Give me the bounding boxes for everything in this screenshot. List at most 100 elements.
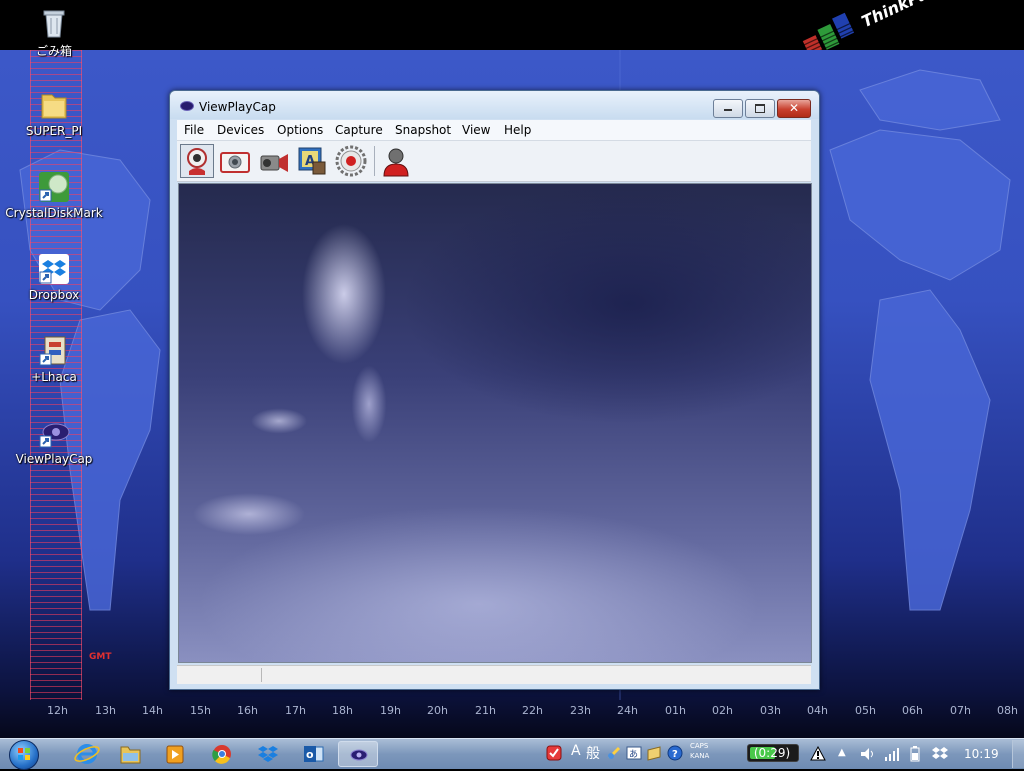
taskbar-media-player[interactable] <box>155 741 195 767</box>
svg-text:あ: あ <box>629 749 638 760</box>
hour-label: 19h <box>380 704 401 717</box>
dropbox-icon <box>258 746 278 762</box>
svg-text:?: ? <box>672 749 678 760</box>
dropbox-icon[interactable] <box>931 745 949 763</box>
taskbar-windows-explorer[interactable] <box>110 741 150 767</box>
maximize-button[interactable] <box>745 99 775 118</box>
chrome-icon <box>212 745 231 764</box>
hour-label: 18h <box>332 704 353 717</box>
desktop-icon-label: ごみ箱 <box>35 44 72 58</box>
taskbar-outlook[interactable]: o <box>293 741 333 767</box>
hour-label: 04h <box>807 704 828 717</box>
hour-label: 15h <box>190 704 211 717</box>
network-signal-icon[interactable] <box>884 746 900 762</box>
menu-snapshot[interactable]: Snapshot <box>395 123 451 137</box>
ime-conversion[interactable]: 般 <box>586 743 600 763</box>
folder-icon <box>120 746 141 764</box>
gmt-label: GMT <box>89 652 112 662</box>
hour-label: 06h <box>902 704 923 717</box>
desktop-icon-dropbox[interactable]: Dropbox <box>4 252 104 302</box>
toolbar-separator <box>374 146 375 176</box>
internet-explorer-icon <box>74 744 100 764</box>
menu-capture[interactable]: Capture <box>335 123 383 137</box>
help-icon[interactable]: ? <box>667 745 683 761</box>
warning-icon[interactable] <box>810 746 826 761</box>
clock[interactable]: 10:19 <box>964 747 999 761</box>
menu-file[interactable]: File <box>184 123 204 137</box>
hour-label: 12h <box>47 704 68 717</box>
video-capture-button[interactable] <box>257 144 291 178</box>
close-icon: ✕ <box>788 101 800 115</box>
battery-icon[interactable] <box>908 745 922 763</box>
preview-webcam-button[interactable] <box>180 144 214 178</box>
desktop-icon-viewplaycap[interactable]: ViewPlayCap <box>4 416 104 466</box>
thinkpad-logo: ThinkPad <box>802 0 940 50</box>
show-desktop-button[interactable] <box>1012 740 1024 768</box>
hour-label: 16h <box>237 704 258 717</box>
desktop-icon-label: SUPER_PI <box>25 124 83 138</box>
close-button[interactable]: ✕ <box>777 99 811 118</box>
taskbar-dropbox[interactable] <box>248 741 288 767</box>
caps-kana-indicator: CAPS KANA <box>690 741 709 761</box>
lhaca-icon <box>37 334 71 368</box>
video-preview[interactable] <box>178 183 812 663</box>
menu-view[interactable]: View <box>462 123 490 137</box>
crystaldiskmark-icon <box>37 170 71 204</box>
ime-tool-icon[interactable] <box>606 745 622 761</box>
outlook-icon: o <box>304 746 324 762</box>
taskbar-viewplaycap[interactable] <box>338 741 378 767</box>
user-button[interactable] <box>379 144 413 178</box>
menu-help[interactable]: Help <box>504 123 531 137</box>
folder-icon <box>37 88 71 122</box>
hour-label: 03h <box>760 704 781 717</box>
security-shield-icon[interactable] <box>546 745 562 761</box>
show-hidden-icons-chevron-icon[interactable]: ▲ <box>838 747 846 758</box>
hour-label: 05h <box>855 704 876 717</box>
start-button[interactable] <box>9 740 39 770</box>
menu-options[interactable]: Options <box>277 123 323 137</box>
hour-label: 17h <box>285 704 306 717</box>
taskbar-internet-explorer[interactable] <box>67 741 107 767</box>
recycle-bin-icon <box>37 6 71 40</box>
menu-devices[interactable]: Devices <box>217 123 264 137</box>
media-player-icon <box>166 745 184 764</box>
desktop-icon-recycle-bin[interactable]: ごみ箱 <box>4 6 104 59</box>
desktop-icon-lhaca[interactable]: +Lhaca <box>4 334 104 384</box>
viewplaycap-window[interactable]: ViewPlayCap ✕ File Devices Options Captu… <box>169 90 820 690</box>
battery-gauge[interactable]: (0:29) <box>747 744 799 762</box>
display-settings-icon: A <box>298 147 326 175</box>
ime-pad-icon[interactable]: あ <box>626 745 642 761</box>
snapshot-button[interactable] <box>218 144 252 178</box>
hour-label: 20h <box>427 704 448 717</box>
svg-text:o: o <box>306 748 314 761</box>
hour-label: 13h <box>95 704 116 717</box>
svg-text:ThinkPad: ThinkPad <box>859 0 940 31</box>
record-button[interactable] <box>334 144 368 178</box>
ime-dictionary-icon[interactable] <box>646 745 662 761</box>
title-bar[interactable]: ViewPlayCap ✕ <box>170 91 819 119</box>
taskbar: o A 般 あ ? CAPS KANA (0:29) ▲ 10:19 <box>0 738 1024 770</box>
hour-label: 02h <box>712 704 733 717</box>
desktop-icon-crystaldiskmark[interactable]: CrystalDiskMark <box>4 170 104 220</box>
volume-icon[interactable] <box>859 746 877 762</box>
hour-label: 14h <box>142 704 163 717</box>
viewplaycap-icon <box>350 749 368 761</box>
desktop-icon-label: +Lhaca <box>31 370 77 384</box>
webcam-icon <box>187 148 207 175</box>
hour-label: 08h <box>997 704 1018 717</box>
taskbar-chrome[interactable] <box>202 741 242 767</box>
hour-label: 22h <box>522 704 543 717</box>
minimize-button[interactable] <box>713 99 743 118</box>
desktop-icon-label: Dropbox <box>28 288 80 302</box>
desktop-icon-label: CrystalDiskMark <box>5 206 103 220</box>
kana-label: KANA <box>690 752 710 760</box>
hour-label: 07h <box>950 704 971 717</box>
hour-axis: 12h 13h 14h 15h 16h 17h 18h 19h 20h 21h 22h 23h 24h 0… <box>0 700 1024 724</box>
battery-time: (0:29) <box>753 746 791 760</box>
viewplaycap-icon <box>37 416 71 450</box>
desktop-icon-super-pi[interactable]: SUPER_PI <box>4 88 104 138</box>
ime-mode[interactable]: A <box>571 743 581 759</box>
dropbox-icon <box>37 252 71 286</box>
image-settings-button[interactable]: A <box>295 144 329 178</box>
hour-label: 01h <box>665 704 686 717</box>
